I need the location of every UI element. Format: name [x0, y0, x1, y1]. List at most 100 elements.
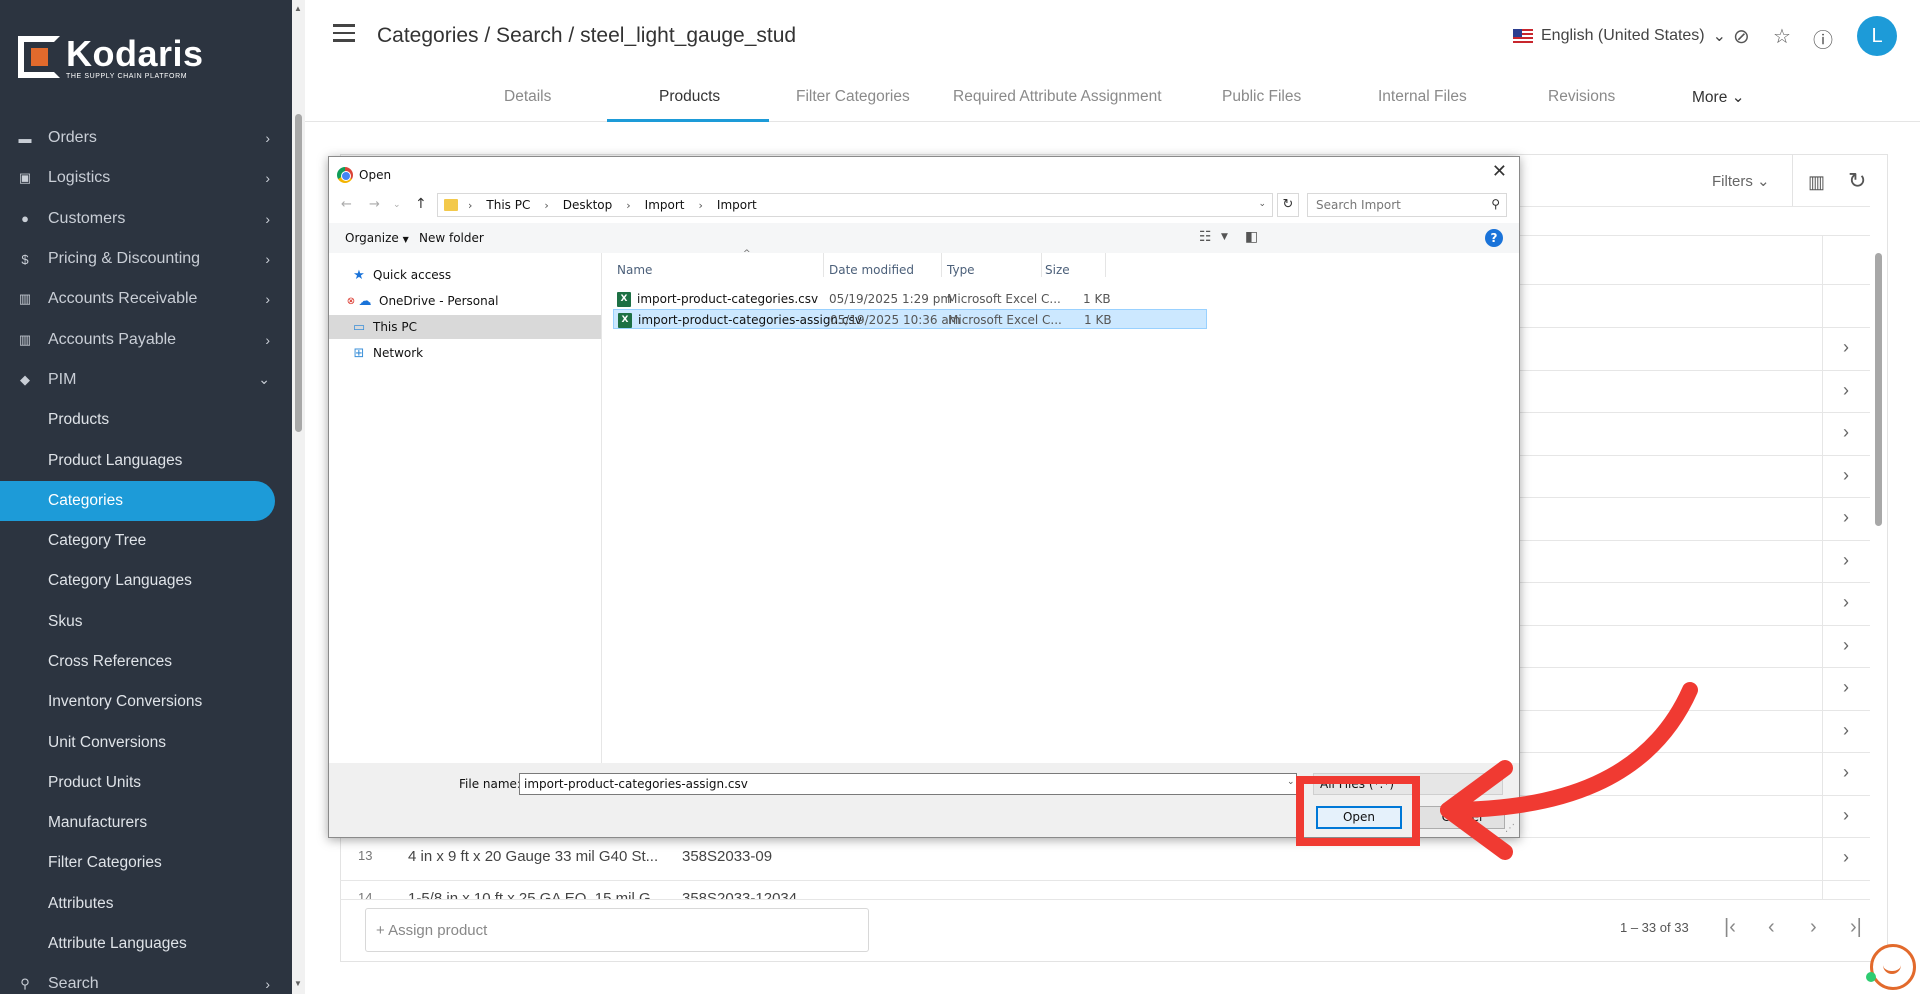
- table-scrollbar[interactable]: [1873, 235, 1885, 895]
- sidebar-item-product-languages[interactable]: Product Languages: [0, 440, 292, 480]
- tab-more[interactable]: More ⌄: [1692, 88, 1745, 107]
- chevron-right-icon[interactable]: ›: [1843, 465, 1849, 486]
- scrollbar-thumb[interactable]: [295, 114, 302, 432]
- sidebar-item-pim[interactable]: ◆ PIM ⌄: [0, 360, 292, 400]
- chevron-right-icon[interactable]: ›: [1843, 422, 1849, 443]
- close-icon[interactable]: ✕: [1492, 161, 1507, 182]
- sidebar-item-attributes[interactable]: Attributes: [0, 884, 292, 924]
- new-folder-button[interactable]: New folder: [419, 231, 484, 245]
- refresh-icon[interactable]: ↻: [1848, 168, 1866, 194]
- sidebar-item-manufacturers[interactable]: Manufacturers: [0, 803, 292, 843]
- up-arrow-icon[interactable]: ↑: [415, 196, 427, 212]
- chevron-down-icon[interactable]: ⌄: [1258, 199, 1266, 209]
- nav-onedrive[interactable]: ⊗ ☁ OneDrive - Personal: [329, 289, 601, 313]
- sidebar-item-skus[interactable]: Skus: [0, 602, 292, 642]
- preview-pane-icon[interactable]: ◧: [1245, 229, 1258, 245]
- breadcrumb-import-sub[interactable]: Import: [717, 198, 757, 212]
- sidebar-item-cross-references[interactable]: Cross References: [0, 642, 292, 682]
- scroll-up-arrow-icon[interactable]: ▲: [294, 4, 302, 13]
- tab-filter-categories[interactable]: Filter Categories: [796, 88, 910, 106]
- hamburger-menu-icon[interactable]: [333, 24, 355, 47]
- sidebar-item-filter-categories[interactable]: Filter Categories: [0, 843, 292, 883]
- sidebar-item-orders[interactable]: ▬ Orders ›: [0, 118, 292, 158]
- chevron-right-icon[interactable]: ›: [1843, 550, 1849, 571]
- chevron-right-icon[interactable]: ›: [1843, 507, 1849, 528]
- chat-widget-icon[interactable]: [1870, 944, 1916, 990]
- sidebar-item-logistics[interactable]: ▣ Logistics ›: [0, 158, 292, 198]
- recent-dropdown-icon[interactable]: ⌄: [393, 200, 401, 210]
- chevron-right-icon[interactable]: ›: [1843, 720, 1849, 741]
- file-type: Microsoft Excel C...: [948, 313, 1062, 327]
- sidebar-item-customers[interactable]: ● Customers ›: [0, 199, 292, 239]
- table-row[interactable]: 14 1-5/8 in x 10 ft x 25 GA EQ. 15 mil G…: [340, 885, 1820, 899]
- breadcrumb-desktop[interactable]: Desktop: [563, 198, 613, 212]
- chevron-right-icon[interactable]: ›: [1843, 337, 1849, 358]
- sidebar-item-product-units[interactable]: Product Units: [0, 763, 292, 803]
- tab-products[interactable]: Products: [659, 88, 720, 106]
- breadcrumb-this-pc[interactable]: This PC: [486, 198, 530, 212]
- file-name-field[interactable]: import-product-categories-assign.csv: [519, 773, 1297, 795]
- sidebar-item-category-tree[interactable]: Category Tree: [0, 521, 292, 561]
- sidebar-item-products[interactable]: Products: [0, 400, 292, 440]
- organize-button[interactable]: Organize ▼: [345, 231, 409, 245]
- tab-revisions[interactable]: Revisions: [1548, 88, 1615, 106]
- sidebar-item-unit-conversions[interactable]: Unit Conversions: [0, 722, 292, 762]
- nav-network[interactable]: ⊞ Network: [329, 341, 601, 365]
- chevron-right-icon[interactable]: ›: [1843, 592, 1849, 613]
- help-icon[interactable]: ?: [1485, 229, 1503, 247]
- next-page-icon[interactable]: ›: [1810, 916, 1817, 939]
- assign-product-input[interactable]: + Assign product: [365, 908, 869, 952]
- column-header-type[interactable]: Type: [947, 263, 975, 277]
- tab-public-files[interactable]: Public Files: [1222, 88, 1301, 106]
- columns-icon[interactable]: ▥: [1808, 172, 1825, 193]
- resize-grip-icon[interactable]: ⋰: [1505, 823, 1515, 834]
- chevron-right-icon[interactable]: ›: [1843, 847, 1849, 868]
- view-options-icon[interactable]: ☷: [1199, 229, 1212, 245]
- star-icon[interactable]: ☆: [1773, 24, 1791, 49]
- help-icon[interactable]: ⓘ: [1813, 24, 1833, 53]
- nav-this-pc[interactable]: ▭ This PC: [329, 315, 601, 339]
- sidebar-scrollbar[interactable]: ▲ ▼: [292, 0, 305, 994]
- breadcrumb-import[interactable]: Import: [645, 198, 685, 212]
- column-header-name[interactable]: Name: [617, 263, 652, 277]
- language-selector[interactable]: English (United States) ⌄: [1513, 26, 1726, 46]
- sidebar-item-category-languages[interactable]: Category Languages: [0, 561, 292, 601]
- tab-details[interactable]: Details: [504, 88, 551, 106]
- chevron-right-icon[interactable]: ›: [1843, 677, 1849, 698]
- kodaris-logo[interactable]: [18, 36, 60, 78]
- forward-arrow-icon[interactable]: →: [369, 197, 380, 212]
- sidebar-item-accounts-payable[interactable]: ▥ Accounts Payable ›: [0, 319, 292, 359]
- tab-internal-files[interactable]: Internal Files: [1378, 88, 1467, 106]
- cancel-button[interactable]: Cancel: [1419, 806, 1505, 829]
- search-input[interactable]: Search Import ⚲: [1307, 193, 1507, 217]
- sidebar-item-categories[interactable]: Categories: [0, 480, 275, 521]
- chevron-right-icon[interactable]: ›: [1843, 380, 1849, 401]
- nav-quick-access[interactable]: ★ Quick access: [329, 263, 601, 287]
- sidebar-item-inventory-conversions[interactable]: Inventory Conversions: [0, 682, 292, 722]
- tab-required-attribute-assignment[interactable]: Required Attribute Assignment: [953, 88, 1162, 106]
- chevron-right-icon[interactable]: ›: [1843, 762, 1849, 783]
- scrollbar-thumb[interactable]: [1875, 253, 1882, 526]
- first-page-icon[interactable]: |‹: [1724, 916, 1736, 939]
- chevron-right-icon[interactable]: ›: [1843, 805, 1849, 826]
- filters-button[interactable]: Filters ⌄: [1712, 172, 1770, 190]
- column-header-date[interactable]: Date modified: [829, 263, 914, 277]
- file-row-selected[interactable]: X import-product-categories-assign.csv 0…: [613, 309, 1207, 329]
- sidebar-item-search[interactable]: ⚲ Search ›: [0, 964, 292, 994]
- file-row[interactable]: X import-product-categories.csv 05/19/20…: [613, 289, 1207, 309]
- paperclip-icon[interactable]: ⊘: [1733, 24, 1750, 49]
- chevron-right-icon[interactable]: ›: [1843, 635, 1849, 656]
- refresh-icon[interactable]: ↻: [1277, 193, 1299, 217]
- scroll-down-arrow-icon[interactable]: ▼: [294, 979, 302, 988]
- sidebar-item-attribute-languages[interactable]: Attribute Languages: [0, 924, 292, 964]
- prev-page-icon[interactable]: ‹: [1768, 916, 1775, 939]
- sidebar-item-accounts-receivable[interactable]: ▥ Accounts Receivable ›: [0, 279, 292, 319]
- address-bar[interactable]: › This PC › Desktop › Import › Import ⌄: [437, 193, 1273, 217]
- chevron-down-icon[interactable]: ⌄: [1287, 777, 1295, 787]
- avatar[interactable]: L: [1857, 16, 1897, 56]
- dropdown-arrow-icon[interactable]: ▼: [1221, 232, 1228, 242]
- column-header-size[interactable]: Size: [1045, 263, 1070, 277]
- last-page-icon[interactable]: ›|: [1850, 916, 1862, 939]
- back-arrow-icon[interactable]: ←: [341, 197, 352, 212]
- sidebar-item-pricing[interactable]: $ Pricing & Discounting ›: [0, 239, 292, 279]
